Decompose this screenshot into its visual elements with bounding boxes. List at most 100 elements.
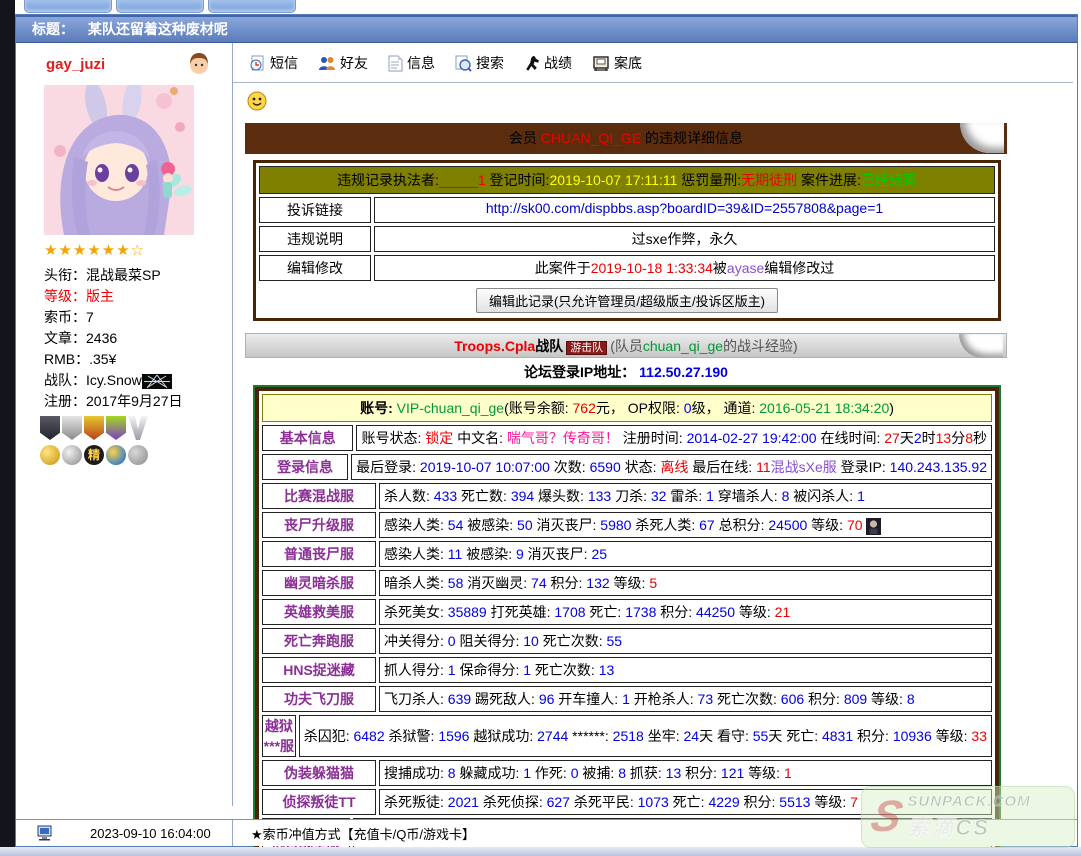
user-avatar[interactable] <box>44 85 194 235</box>
medal-silver-cross-icon <box>62 416 82 440</box>
footer-note: ★索币冲值方式【充值卡/Q币/游戏卡】 <box>251 824 475 843</box>
username-link[interactable]: gay_juzi <box>46 56 105 73</box>
medal-gray-round-icon <box>128 445 148 465</box>
text-segment: 2014-02-27 19:42:00 <box>687 430 817 446</box>
text-segment: 违规记录执法者: <box>337 172 439 188</box>
text-segment: 保命得分: <box>456 662 524 678</box>
battle-row-label: 比赛混战服 <box>262 483 376 509</box>
battle-panel-header: Troops.Cpla战队游击队(队员chuan_qi_ge的战斗经验) <box>245 333 1007 358</box>
text-segment: 阻关得分: <box>456 633 524 649</box>
text-segment: 死亡: <box>669 794 709 810</box>
text-segment: 1 <box>706 488 714 504</box>
battle-row-stats: 冲关得分: 0 阻关得分: 10 死亡次数: 55 <box>379 628 992 654</box>
battle-row-label: 幽灵暗杀服 <box>262 570 376 596</box>
top-button-1[interactable] <box>24 0 112 13</box>
text-segment: 积分: <box>804 691 844 707</box>
text-segment: 被闪杀人: <box>789 488 857 504</box>
text-segment: 2744 <box>537 728 568 744</box>
text-segment: 被捕: <box>579 765 619 781</box>
text-segment: 死亡次数: <box>713 691 781 707</box>
text-segment: 打死英雄: <box>487 604 555 620</box>
text-segment: 96 <box>539 691 555 707</box>
medal-silver-round-icon <box>62 445 82 465</box>
text-segment: 0 <box>684 400 692 416</box>
text-segment: 游击队 <box>566 341 607 355</box>
text-segment: 秒 <box>973 430 987 446</box>
text-segment: 锁定 <box>425 430 453 446</box>
text-segment: 开枪杀人: <box>630 691 698 707</box>
text-segment: 24500 <box>768 517 807 533</box>
text-segment: 639 <box>448 691 471 707</box>
text-segment: 飞刀杀人: <box>384 691 448 707</box>
text-segment: 1 <box>523 662 531 678</box>
text-segment: 55 <box>607 633 623 649</box>
text-segment: 8 <box>618 765 626 781</box>
text-segment: 爆头数: <box>534 488 588 504</box>
medal-jing-badge-icon: 精 <box>84 445 104 465</box>
text-segment: 55 <box>753 728 769 744</box>
user-field: 注册：2017年9月27日 <box>44 391 232 412</box>
text-segment: 11 <box>756 459 771 475</box>
toolbar-item-friends[interactable]: 好友 <box>318 53 368 73</box>
text-segment: 24 <box>683 728 699 744</box>
watermark: S SUNPACK.COM 索滴CS <box>861 786 1075 848</box>
text-segment: 时 <box>922 430 936 446</box>
violation-row-label: 投诉链接 <box>259 197 371 223</box>
text-segment: 9 <box>516 546 524 562</box>
text-segment: 积分: <box>853 728 893 744</box>
text-segment: 登记时间: <box>486 172 550 188</box>
battle-row-label: 基本信息 <box>262 425 353 451</box>
edit-record-button[interactable]: 编辑此记录(只允许管理员/超级版主/投诉区版主) <box>476 288 778 313</box>
text-segment: 等级: <box>932 728 972 744</box>
text-segment: 73 <box>698 691 714 707</box>
text-segment: 70 <box>847 517 866 533</box>
toolbar-item-search[interactable]: 搜索 <box>455 53 504 73</box>
battle-row: 基本信息账号状态: 锁定 中文名: 喘气哥？传奇哥！ 注册时间: 2014-02… <box>262 425 992 451</box>
text-segment: 2518 <box>613 728 644 744</box>
text-segment: 注册时间: <box>619 430 687 446</box>
text-segment[interactable]: http://sk00.com/dispbbs.asp?boardID=39&I… <box>486 200 883 216</box>
text-segment: 天 <box>768 728 782 744</box>
text-segment: 1 <box>857 488 865 504</box>
post-timestamp: 2023-09-10 16:04:00 <box>90 826 211 841</box>
toolbar-item-sms[interactable]: 短信 <box>249 53 298 73</box>
text-segment: 606 <box>781 691 804 707</box>
text-segment: 躲藏成功: <box>456 765 524 781</box>
text-segment: 394 <box>511 488 534 504</box>
top-button-2[interactable] <box>116 0 204 13</box>
battle-row-stats: 杀死美女: 35889 打死英雄: 1708 死亡: 1738 积分: 4425… <box>379 599 992 625</box>
text-segment: 32 <box>651 488 667 504</box>
battle-row: 越狱***服杀囚犯: 6482 杀狱警: 1596 越狱成功: 2744 ***… <box>262 715 992 757</box>
text-segment: 2021 <box>448 794 479 810</box>
search-icon <box>455 55 472 72</box>
battle-row-stats: 抓人得分: 1 保命得分: 1 死亡次数: 13 <box>379 657 992 683</box>
violation-row-label: 编辑修改 <box>259 255 371 281</box>
violation-row-value[interactable]: http://sk00.com/dispbbs.asp?boardID=39&I… <box>374 197 995 223</box>
toolbar-item-info[interactable]: 信息 <box>388 53 435 73</box>
text-segment: 越狱成功: <box>469 728 537 744</box>
text-segment: 冲关得分: <box>384 633 448 649</box>
toolbar: 短信好友信息搜索 战绩案底 <box>233 43 1073 83</box>
toolbar-item-criminal-record[interactable]: 案底 <box>592 53 642 73</box>
text-segment: 登录IP: <box>837 459 890 475</box>
text-segment: 惩罚量刑: <box>677 172 741 188</box>
text-segment: 刀杀: <box>611 488 651 504</box>
text-segment: 2019-10-07 10:07:00 <box>420 459 550 475</box>
toolbar-item-label: 战绩 <box>544 53 572 73</box>
text-segment: (账号余额: <box>504 400 572 416</box>
text-segment: chuan_qi_ge <box>643 338 723 354</box>
violation-row: 违规说明过sxe作弊，永久 <box>259 226 995 252</box>
toolbar-item-battle-record[interactable]: 战绩 <box>524 53 572 73</box>
smiley-emoticon <box>247 91 267 111</box>
text-segment: 27 <box>884 430 900 446</box>
battle-row: 幽灵暗杀服暗杀人类: 58 消灭幽灵: 74 积分: 132 等级: 5 <box>262 570 992 596</box>
text-segment: 分 <box>951 430 965 446</box>
text-segment: 67 <box>699 517 715 533</box>
text-segment: 0 <box>448 633 456 649</box>
violation-row-value: 过sxe作弊，永久 <box>374 226 995 252</box>
friends-icon <box>318 55 336 71</box>
text-segment: 抓获: <box>626 765 666 781</box>
text-segment: 积分: <box>547 575 587 591</box>
top-button-3[interactable] <box>208 0 296 13</box>
thread-title-bar: 标题： 某队还留着这种废材呢 <box>16 15 1077 43</box>
